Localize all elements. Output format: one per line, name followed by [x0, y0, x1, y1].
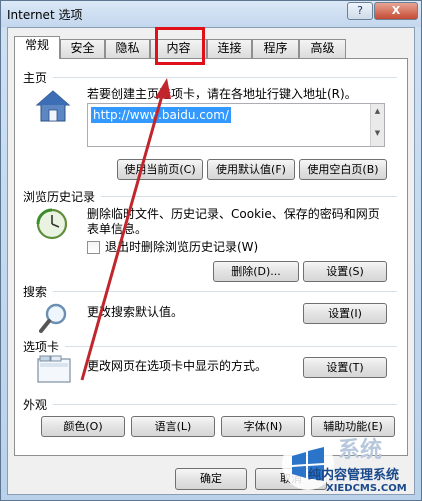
watermark-line1: 系统: [338, 438, 383, 463]
watermark-line2: 纯内容管理系统: [308, 468, 400, 483]
arrow-head-icon: [155, 78, 171, 99]
watermark-url: XIEDCMS.COM: [326, 483, 407, 494]
arrow-annotation: [80, 78, 171, 381]
site-watermark: 系统 纯内容管理系统 XIEDCMS.COM: [268, 430, 422, 501]
